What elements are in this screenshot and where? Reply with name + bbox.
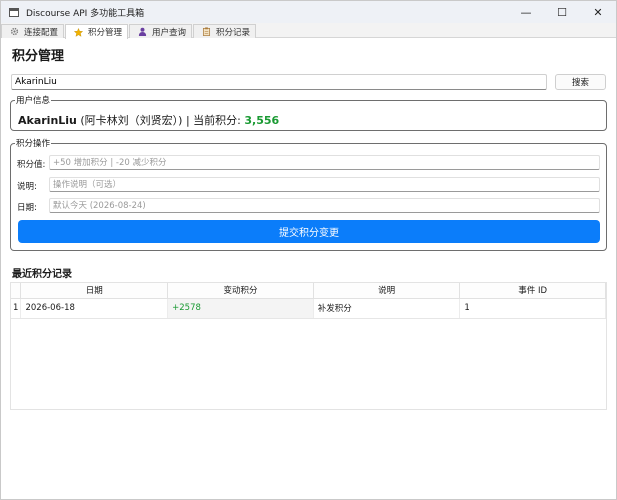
search-button[interactable]: 搜索: [555, 74, 606, 90]
points-operation-group: 积分操作 积分值: 说明: 日期: 提交积分变更: [10, 137, 607, 251]
column-header-event-id[interactable]: 事件 ID: [459, 283, 606, 299]
points-value-input[interactable]: [49, 155, 600, 170]
minimize-button[interactable]: —: [508, 1, 544, 23]
cell-description[interactable]: 补发积分: [313, 298, 461, 319]
date-label: 日期:: [17, 203, 37, 213]
row-number-header: [11, 283, 22, 299]
app-icon: [9, 7, 19, 17]
table-header-row: 日期 变动积分 说明 事件 ID: [11, 283, 606, 299]
cell-event-id[interactable]: 1: [459, 298, 606, 319]
points-operation-legend: 积分操作: [15, 137, 52, 149]
window-controls: — ☐ ✕: [508, 1, 616, 23]
user-display: (阿卡林刘（刘贤宏）) | 当前积分:: [76, 114, 245, 127]
clipboard-icon: [202, 27, 211, 36]
tab-label: 积分记录: [216, 27, 251, 38]
star-icon: [74, 27, 83, 37]
row-number: 1: [11, 298, 22, 319]
gear-icon: [10, 27, 19, 36]
tab-label: 连接配置: [24, 27, 59, 38]
date-input[interactable]: [49, 198, 600, 213]
current-points: 3,556: [244, 114, 280, 127]
tab-connection[interactable]: 连接配置: [1, 24, 64, 38]
user-summary: AkarinLiu (阿卡林刘（刘贤宏）) | 当前积分: 3,556: [18, 112, 279, 128]
description-input[interactable]: [49, 177, 600, 192]
tab-points-records[interactable]: 积分记录: [193, 24, 256, 38]
tab-bar: 连接配置 积分管理 用户查询 积分记录: [1, 23, 616, 39]
column-header-description[interactable]: 说明: [313, 283, 461, 299]
tab-user-query[interactable]: 用户查询: [129, 24, 192, 38]
close-button[interactable]: ✕: [580, 1, 616, 23]
user-name: AkarinLiu: [18, 114, 77, 127]
title-bar: Discourse API 多功能工具箱 — ☐ ✕: [1, 1, 616, 23]
maximize-button[interactable]: ☐: [544, 1, 580, 23]
user-info-group: 用户信息 AkarinLiu (阿卡林刘（刘贤宏）) | 当前积分: 3,556: [10, 94, 607, 131]
tab-points[interactable]: 积分管理: [65, 24, 128, 39]
points-value-label: 积分值:: [17, 160, 46, 170]
table-row[interactable]: 1 2026-06-18 +2578 补发积分 1: [11, 298, 606, 319]
submit-points-button[interactable]: 提交积分变更: [18, 220, 600, 243]
column-header-date[interactable]: 日期: [20, 283, 169, 299]
cell-change[interactable]: +2578: [167, 298, 314, 319]
app-window: Discourse API 多功能工具箱 — ☐ ✕ 连接配置 积分管理 用户查…: [0, 0, 617, 500]
recent-records-title: 最近积分记录: [12, 269, 72, 280]
tab-label: 用户查询: [152, 27, 187, 38]
person-icon: [138, 27, 147, 36]
records-table: 日期 变动积分 说明 事件 ID 1 2026-06-18 +2578 补发积分…: [10, 282, 607, 410]
username-search-input[interactable]: [11, 74, 547, 90]
description-label: 说明:: [17, 182, 37, 192]
tab-label: 积分管理: [88, 28, 123, 38]
window-title: Discourse API 多功能工具箱: [26, 8, 145, 19]
user-info-legend: 用户信息: [15, 94, 52, 106]
cell-date[interactable]: 2026-06-18: [20, 298, 169, 319]
column-header-change[interactable]: 变动积分: [167, 283, 314, 299]
page-title: 积分管理: [12, 49, 65, 64]
